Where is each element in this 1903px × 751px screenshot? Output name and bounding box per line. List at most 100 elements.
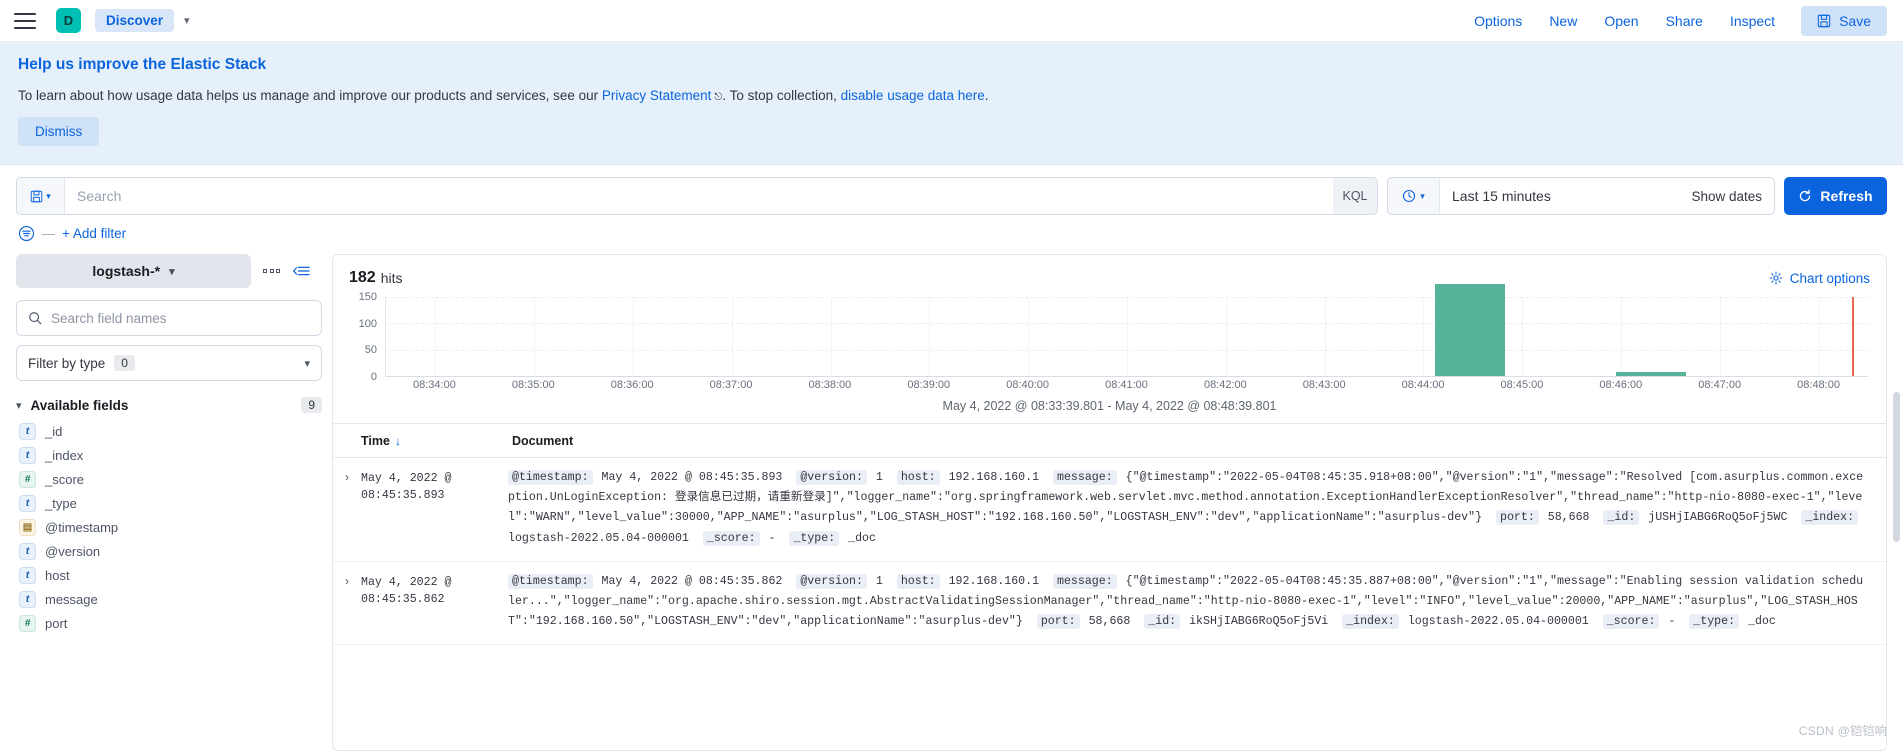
document-field-value: logstash-2022.05.04-000001	[1400, 615, 1596, 629]
search-icon	[29, 312, 42, 325]
table-row[interactable]: › May 4, 2022 @ 08:45:35.862 @timestamp: M…	[333, 562, 1886, 646]
field-item[interactable]: t @version	[16, 539, 322, 563]
document-field-key: @timestamp:	[508, 470, 593, 485]
kql-language-button[interactable]: KQL	[1333, 178, 1377, 214]
hits-count: 182	[349, 269, 376, 286]
gridline-vertical	[633, 297, 634, 376]
refresh-button[interactable]: Refresh	[1784, 177, 1887, 215]
document-time: May 4, 2022 @ 08:45:35.893	[361, 472, 452, 503]
field-item[interactable]: t message	[16, 587, 322, 611]
gridline-vertical	[731, 297, 733, 376]
expand-row-icon[interactable]: ›	[333, 468, 361, 549]
document-field-key: _type:	[1689, 614, 1740, 630]
search-input[interactable]: Search	[65, 188, 1333, 204]
plot-area[interactable]	[385, 284, 1868, 377]
field-item[interactable]: # _score	[16, 467, 322, 491]
field-list: t _id t _index # _score t _type ▤ @timestamp t @ver…	[16, 419, 322, 635]
y-axis-tick: 100	[358, 317, 377, 330]
x-axis-tick: 08:42:00	[1203, 379, 1247, 391]
field-item[interactable]: t _index	[16, 443, 322, 467]
document-field-value: 58,668	[1540, 511, 1597, 525]
field-item[interactable]: # port	[16, 611, 322, 635]
document-field-key: _index:	[1801, 510, 1859, 526]
sort-descending-icon: ↓	[394, 434, 401, 448]
breadcrumb[interactable]: Discover	[95, 9, 175, 32]
banner-title: Help us improve the Elastic Stack	[18, 56, 267, 73]
filter-by-type-label: Filter by type	[28, 355, 106, 371]
document-field-value: _doc	[1741, 615, 1776, 629]
saved-query-button[interactable]: ▾	[17, 178, 65, 214]
number-type-icon: #	[19, 470, 36, 488]
save-icon	[1817, 14, 1831, 27]
histogram-chart[interactable]: 0 50 100 150 08:34:00 08:35:00 08:36:00 08:37:…	[333, 284, 1886, 423]
nav-share[interactable]: Share	[1666, 13, 1703, 29]
query-row: ▾ Search KQL ▾ Last 15 minutes Show date…	[16, 177, 1887, 215]
gridline-vertical	[1127, 297, 1128, 376]
x-axis: 08:34:00 08:35:00 08:36:00 08:37:00 08:38:00…	[385, 377, 1868, 395]
nav-open[interactable]: Open	[1604, 13, 1638, 29]
gridline-vertical	[1423, 297, 1425, 376]
filter-icon[interactable]	[18, 225, 35, 242]
histogram-bar[interactable]	[1435, 284, 1505, 376]
hamburger-icon[interactable]	[14, 12, 36, 29]
date-type-icon: ▤	[19, 518, 36, 536]
document-rows: › May 4, 2022 @ 08:45:35.893 @timestamp: M…	[333, 458, 1886, 646]
privacy-statement-link[interactable]: Privacy Statement	[602, 88, 712, 103]
discover-body: logstash-* ▾ Search field names Filter b…	[0, 242, 1903, 751]
chart-options-button[interactable]: Chart options	[1769, 271, 1870, 286]
index-pattern-selector[interactable]: logstash-* ▾	[16, 254, 251, 288]
end-of-range-marker	[1851, 297, 1854, 376]
field-options-icon[interactable]	[263, 269, 280, 273]
document-field-key: port:	[1036, 614, 1080, 630]
dismiss-button[interactable]: Dismiss	[18, 117, 100, 146]
telemetry-banner: Help us improve the Elastic Stack To lea…	[0, 42, 1903, 165]
query-bar: ▾ Search KQL ▾ Last 15 minutes Show date…	[0, 165, 1903, 242]
search-input-wrapper[interactable]: ▾ Search KQL	[16, 177, 1378, 215]
document-field-value: logstash-2022.05.04-000001	[508, 531, 696, 545]
document-field-key: @version:	[796, 573, 867, 589]
column-header-document: Document	[512, 434, 574, 448]
document-field-key: message:	[1053, 470, 1117, 485]
document-field-value: 192.168.160.1	[941, 471, 1047, 484]
nav-new[interactable]: New	[1549, 13, 1577, 29]
x-axis-tick: 08:35:00	[511, 379, 555, 391]
document-field-value: 58,668	[1081, 615, 1138, 629]
x-axis-tick: 08:41:00	[1105, 379, 1148, 391]
nav-inspect[interactable]: Inspect	[1730, 13, 1775, 29]
field-item[interactable]: t _type	[16, 491, 322, 515]
column-header-time[interactable]: Time ↓	[333, 434, 508, 448]
field-item[interactable]: t host	[16, 563, 322, 587]
hits-row: 182 hits Chart options	[333, 255, 1886, 291]
scrollbar-thumb[interactable]	[1893, 392, 1900, 542]
string-type-icon: t	[19, 446, 36, 464]
field-item[interactable]: t _id	[16, 419, 322, 443]
nav-options[interactable]: Options	[1474, 13, 1522, 29]
column-header-time-label: Time	[361, 434, 390, 448]
app-badge[interactable]: D	[56, 8, 81, 33]
histogram-bar[interactable]	[1616, 371, 1686, 376]
scrollbar-track[interactable]	[1893, 392, 1900, 747]
field-item[interactable]: ▤ @timestamp	[16, 515, 322, 539]
expand-row-icon[interactable]: ›	[333, 572, 361, 633]
disable-usage-data-link[interactable]: disable usage data here	[841, 88, 985, 103]
document-field-key: @timestamp:	[508, 573, 593, 589]
table-row[interactable]: › May 4, 2022 @ 08:45:35.893 @timestamp: M…	[333, 458, 1886, 562]
show-dates-button[interactable]: Show dates	[1679, 189, 1774, 204]
date-picker[interactable]: ▾ Last 15 minutes Show dates	[1387, 177, 1775, 215]
add-filter-button[interactable]: + Add filter	[62, 226, 126, 241]
x-axis-tick: 08:36:00	[610, 379, 654, 391]
gridline-vertical	[1522, 297, 1524, 376]
refresh-button-label: Refresh	[1820, 188, 1873, 204]
document-field-value: May 4, 2022 @ 08:45:35.862	[594, 574, 790, 588]
date-quick-select-button[interactable]: ▾	[1388, 178, 1440, 214]
chevron-down-icon[interactable]: ▾	[184, 14, 190, 27]
collapse-sidebar-icon[interactable]	[292, 264, 310, 278]
field-search-placeholder: Search field names	[51, 310, 167, 326]
x-axis-tick: 08:43:00	[1302, 379, 1346, 391]
filter-by-type-select[interactable]: Filter by type 0 ▾	[16, 345, 322, 381]
field-search-input[interactable]: Search field names	[16, 300, 322, 336]
save-button[interactable]: Save	[1801, 5, 1887, 36]
date-range-value[interactable]: Last 15 minutes	[1440, 188, 1679, 204]
available-fields-header[interactable]: ▾ Available fields 9	[16, 397, 322, 413]
available-fields-count: 9	[301, 397, 322, 413]
